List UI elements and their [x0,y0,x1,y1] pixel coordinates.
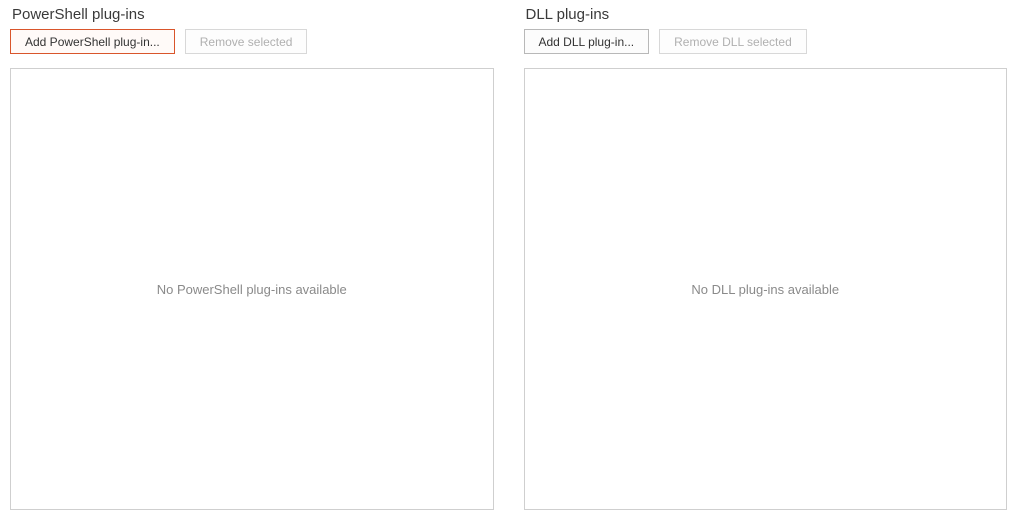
dll-plugins-panel: DLL plug-ins Add DLL plug-in... Remove D… [524,6,1008,510]
powershell-plugins-list[interactable]: No PowerShell plug-ins available [10,68,494,510]
plugin-settings-layout: PowerShell plug-ins Add PowerShell plug-… [0,0,1017,520]
add-powershell-plugin-button[interactable]: Add PowerShell plug-in... [10,29,175,54]
powershell-button-row: Add PowerShell plug-in... Remove selecte… [10,29,494,54]
add-dll-plugin-button[interactable]: Add DLL plug-in... [524,29,650,54]
dll-section-title: DLL plug-ins [526,6,1008,23]
dll-empty-text: No DLL plug-ins available [691,282,839,297]
powershell-section-title: PowerShell plug-ins [12,6,494,23]
remove-dll-plugin-button: Remove DLL selected [659,29,807,54]
dll-plugins-list[interactable]: No DLL plug-ins available [524,68,1008,510]
powershell-plugins-panel: PowerShell plug-ins Add PowerShell plug-… [10,6,494,510]
powershell-empty-text: No PowerShell plug-ins available [157,282,347,297]
remove-powershell-plugin-button: Remove selected [185,29,308,54]
dll-button-row: Add DLL plug-in... Remove DLL selected [524,29,1008,54]
